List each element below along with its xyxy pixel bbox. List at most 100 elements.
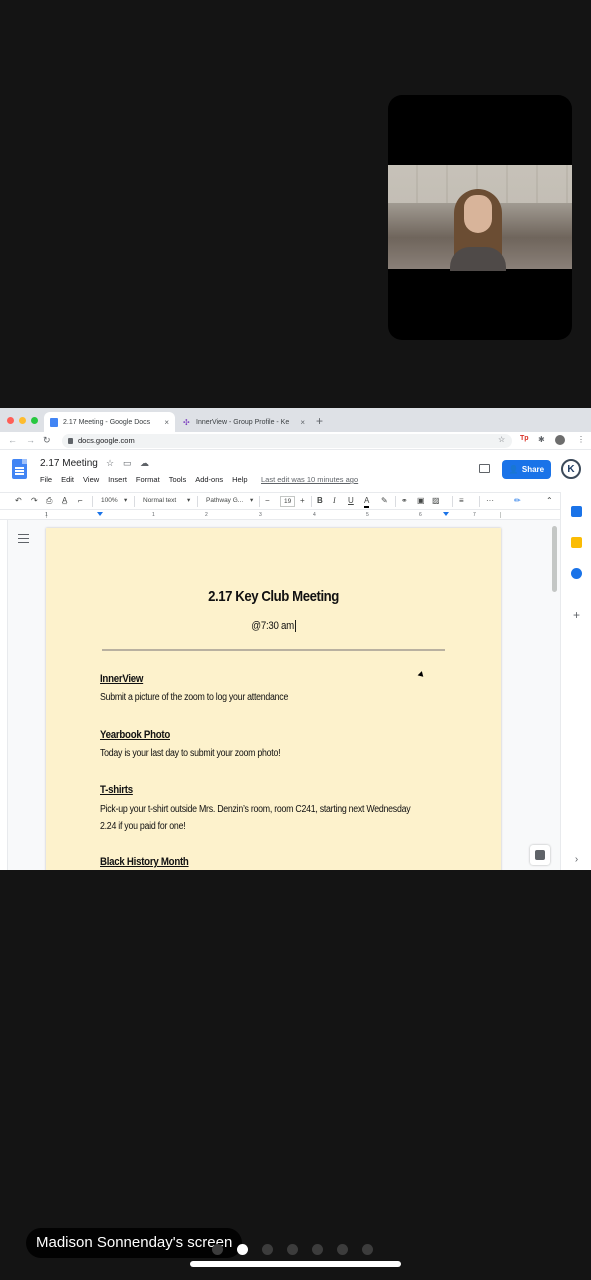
keep-icon[interactable] <box>571 537 582 548</box>
window-close-icon[interactable] <box>7 417 14 424</box>
browser-menu-icon[interactable]: ⋮ <box>577 435 585 444</box>
account-avatar[interactable]: K <box>561 459 581 479</box>
ruler-number: 2 <box>205 512 208 518</box>
editing-mode-icon[interactable]: ✏ <box>514 496 521 506</box>
star-icon[interactable]: ☆ <box>106 458 114 469</box>
page-dot[interactable] <box>337 1244 348 1255</box>
document-canvas: 2.17 Key Club Meeting @7:30 am InnerView… <box>0 520 560 870</box>
extension-tp-icon[interactable]: Tp <box>520 435 529 442</box>
video-participant <box>446 185 506 271</box>
window-minimize-icon[interactable] <box>19 417 26 424</box>
tab-close-icon[interactable]: × <box>160 418 169 427</box>
font-size-increase-icon[interactable]: + <box>300 496 305 506</box>
font-dropdown-icon[interactable]: ▾ <box>250 496 253 506</box>
side-panel: + › <box>560 492 591 870</box>
collapse-menu-icon[interactable]: ⌃ <box>546 496 553 506</box>
style-select[interactable]: Normal text <box>143 496 176 506</box>
innerview-favicon-icon: ✣ <box>183 417 190 427</box>
horizontal-ruler: 1 1 2 3 4 5 6 7 <box>0 510 560 520</box>
back-icon[interactable]: ← <box>8 435 17 445</box>
forward-icon[interactable]: → <box>26 435 35 445</box>
menu-format[interactable]: Format <box>136 475 160 484</box>
section-heading-tshirts: T-shirts <box>100 784 133 796</box>
menu-view[interactable]: View <box>83 475 99 484</box>
ruler-number: 6 <box>419 512 422 518</box>
paint-format-icon[interactable]: ⌐ <box>78 496 83 506</box>
menu-tools[interactable]: Tools <box>169 475 187 484</box>
comments-icon[interactable] <box>479 464 490 473</box>
last-edit-link[interactable]: Last edit was 10 minutes ago <box>261 475 358 484</box>
menu-help[interactable]: Help <box>232 475 247 484</box>
meeting-time: @7:30 am <box>251 620 296 632</box>
menu-insert[interactable]: Insert <box>108 475 127 484</box>
participant-video-feed <box>388 165 572 271</box>
tab-innerview[interactable]: ✣ InnerView - Group Profile - Ke × <box>177 412 311 432</box>
text-color-button[interactable]: A <box>364 496 370 508</box>
reload-icon[interactable]: ↻ <box>43 435 51 446</box>
menu-file[interactable]: File <box>40 475 52 484</box>
page-dot[interactable] <box>262 1244 273 1255</box>
menu-edit[interactable]: Edit <box>61 475 74 484</box>
bookmark-star-icon[interactable]: ☆ <box>498 435 505 444</box>
explore-button[interactable] <box>530 845 550 865</box>
page-dot[interactable] <box>212 1244 223 1255</box>
ruler-number: 5 <box>366 512 369 518</box>
section-text: 2.24 if you paid for one! <box>100 821 186 832</box>
home-indicator[interactable] <box>190 1261 401 1267</box>
font-size-input[interactable]: 19 <box>280 496 296 507</box>
url-input[interactable]: docs.google.com <box>62 434 512 448</box>
extensions-puzzle-icon[interactable]: ✱ <box>538 435 545 444</box>
underline-button[interactable]: U <box>348 496 354 506</box>
insert-image-icon[interactable]: ▨ <box>432 496 440 506</box>
move-folder-icon[interactable]: ▭ <box>123 458 132 469</box>
tab-close-icon[interactable]: × <box>296 418 305 427</box>
highlight-icon[interactable]: ✎ <box>381 496 388 506</box>
left-indent-marker[interactable] <box>97 512 103 516</box>
document-page[interactable]: 2.17 Key Club Meeting @7:30 am InnerView… <box>46 528 501 870</box>
ruler-number: 3 <box>259 512 262 518</box>
more-tools-button[interactable]: ··· <box>486 496 494 506</box>
style-dropdown-icon[interactable]: ▾ <box>187 496 190 506</box>
zoom-select[interactable]: 100% <box>101 496 118 506</box>
document-title[interactable]: 2.17 Meeting <box>40 458 98 469</box>
cloud-status-icon[interactable]: ☁ <box>140 458 149 469</box>
align-icon[interactable]: ≡ <box>459 496 464 506</box>
page-dot[interactable] <box>362 1244 373 1255</box>
insert-comment-icon[interactable]: ▣ <box>417 496 425 506</box>
spellcheck-icon[interactable]: A̲ <box>62 496 67 506</box>
window-maximize-icon[interactable] <box>31 417 38 424</box>
participant-video-tile[interactable] <box>388 95 572 340</box>
page-dot[interactable] <box>312 1244 323 1255</box>
italic-button[interactable]: I <box>333 496 336 506</box>
undo-icon[interactable]: ↶ <box>15 496 22 506</box>
redo-icon[interactable]: ↷ <box>31 496 38 506</box>
menu-addons[interactable]: Add-ons <box>195 475 223 484</box>
vertical-scrollbar[interactable] <box>552 526 557 592</box>
address-bar-row: ← → ↻ docs.google.com ☆ Tp ✱ ⋮ <box>0 432 591 450</box>
page-indicator-dots[interactable] <box>212 1244 373 1255</box>
font-size-decrease-icon[interactable]: − <box>265 496 270 506</box>
docs-logo-icon[interactable] <box>12 459 27 479</box>
docs-header: 2.17 Meeting ☆ ▭ ☁ File Edit View Insert… <box>0 450 591 492</box>
right-indent-marker[interactable] <box>443 512 449 516</box>
profile-icon[interactable] <box>555 435 565 445</box>
new-tab-button[interactable]: + <box>316 414 323 428</box>
document-outline-icon[interactable] <box>18 534 29 543</box>
calendar-icon[interactable] <box>571 506 582 517</box>
browser-tab-bar: 2.17 Meeting - Google Docs × ✣ InnerView… <box>0 408 591 432</box>
insert-link-icon[interactable]: ⚭ <box>401 496 408 506</box>
share-button[interactable]: 👤 Share <box>502 460 551 479</box>
section-heading-black-history: Black History Month <box>100 856 189 868</box>
print-icon[interactable]: ⎙ <box>46 496 52 506</box>
tasks-icon[interactable] <box>571 568 582 579</box>
ruler-number: 4 <box>313 512 316 518</box>
ruler-number: 1 <box>152 512 155 518</box>
zoom-dropdown-icon[interactable]: ▾ <box>124 496 127 506</box>
add-addon-icon[interactable]: + <box>571 609 582 621</box>
font-select[interactable]: Pathway G... <box>206 496 243 506</box>
bold-button[interactable]: B <box>317 496 323 506</box>
page-dot[interactable] <box>237 1244 248 1255</box>
tab-google-docs[interactable]: 2.17 Meeting - Google Docs × <box>44 412 175 432</box>
page-dot[interactable] <box>287 1244 298 1255</box>
expand-panel-icon[interactable]: › <box>571 854 582 865</box>
